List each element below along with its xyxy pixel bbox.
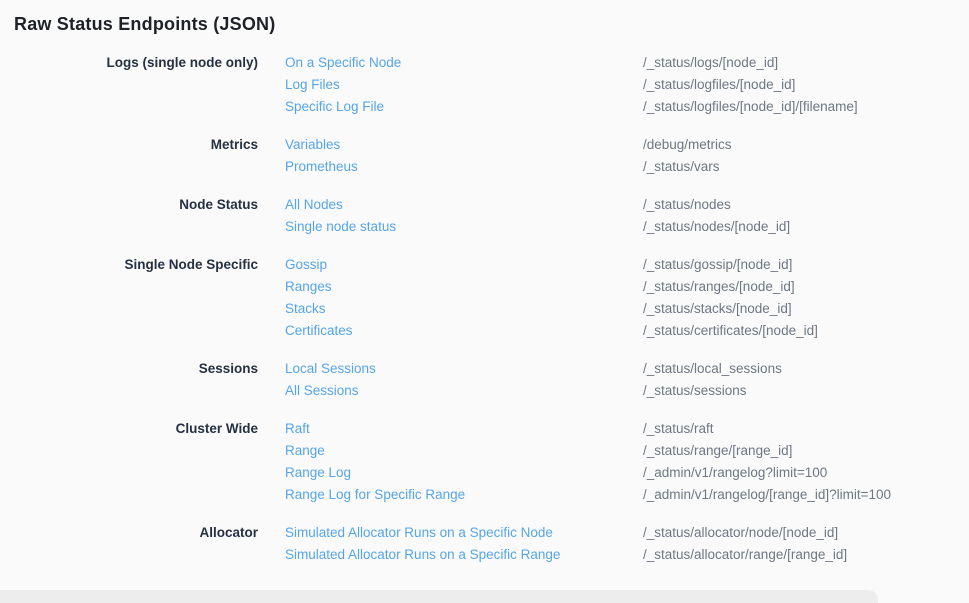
endpoint-link[interactable]: Range Log bbox=[285, 462, 643, 484]
group-rows: Variables /debug/metrics Prometheus /_st… bbox=[285, 134, 969, 178]
endpoint-path: /_status/logfiles/[node_id] bbox=[643, 74, 969, 96]
endpoint-row: Single node status /_status/nodes/[node_… bbox=[285, 216, 969, 238]
endpoint-row: Specific Log File /_status/logfiles/[nod… bbox=[285, 96, 969, 118]
endpoint-link[interactable]: Simulated Allocator Runs on a Specific N… bbox=[285, 522, 643, 544]
endpoint-row: All Nodes /_status/nodes bbox=[285, 194, 969, 216]
group-category: Metrics bbox=[0, 134, 258, 178]
endpoint-row: Range Log /_admin/v1/rangelog?limit=100 bbox=[285, 462, 969, 484]
endpoint-link[interactable]: Range Log for Specific Range bbox=[285, 484, 643, 506]
endpoint-path: /_status/logs/[node_id] bbox=[643, 52, 969, 74]
endpoint-path: /_status/certificates/[node_id] bbox=[643, 320, 969, 342]
endpoint-row: Simulated Allocator Runs on a Specific N… bbox=[285, 522, 969, 544]
endpoint-link[interactable]: Prometheus bbox=[285, 156, 643, 178]
endpoint-link[interactable]: Local Sessions bbox=[285, 358, 643, 380]
endpoint-row: Stacks /_status/stacks/[node_id] bbox=[285, 298, 969, 320]
group-category: Sessions bbox=[0, 358, 258, 402]
endpoint-group-sessions: Sessions Local Sessions /_status/local_s… bbox=[0, 358, 969, 402]
endpoint-link[interactable]: Ranges bbox=[285, 276, 643, 298]
group-category: Single Node Specific bbox=[0, 254, 258, 342]
debug-endpoints-page: Raw Status Endpoints (JSON) Logs (single… bbox=[0, 0, 969, 603]
endpoint-link[interactable]: Gossip bbox=[285, 254, 643, 276]
group-category: Allocator bbox=[0, 522, 258, 566]
endpoint-group-single-node-specific: Single Node Specific Gossip /_status/gos… bbox=[0, 254, 969, 342]
endpoint-link[interactable]: All Sessions bbox=[285, 380, 643, 402]
endpoint-path: /_status/range/[range_id] bbox=[643, 440, 969, 462]
endpoint-row: Local Sessions /_status/local_sessions bbox=[285, 358, 969, 380]
page-title: Raw Status Endpoints (JSON) bbox=[0, 0, 969, 35]
group-rows: Raft /_status/raft Range /_status/range/… bbox=[285, 418, 969, 506]
endpoint-row: Raft /_status/raft bbox=[285, 418, 969, 440]
group-category: Cluster Wide bbox=[0, 418, 258, 506]
endpoint-row: Prometheus /_status/vars bbox=[285, 156, 969, 178]
endpoint-link[interactable]: Specific Log File bbox=[285, 96, 643, 118]
endpoint-groups: Logs (single node only) On a Specific No… bbox=[0, 52, 969, 566]
endpoint-group-node-status: Node Status All Nodes /_status/nodes Sin… bbox=[0, 194, 969, 238]
endpoint-row: Simulated Allocator Runs on a Specific R… bbox=[285, 544, 969, 566]
endpoint-path: /_admin/v1/rangelog/[range_id]?limit=100 bbox=[643, 484, 969, 506]
endpoint-link[interactable]: Stacks bbox=[285, 298, 643, 320]
endpoint-link[interactable]: Log Files bbox=[285, 74, 643, 96]
endpoint-path: /_status/stacks/[node_id] bbox=[643, 298, 969, 320]
endpoint-group-allocator: Allocator Simulated Allocator Runs on a … bbox=[0, 522, 969, 566]
endpoint-row: Range Log for Specific Range /_admin/v1/… bbox=[285, 484, 969, 506]
endpoint-path: /_status/nodes/[node_id] bbox=[643, 216, 969, 238]
endpoint-path: /_status/vars bbox=[643, 156, 969, 178]
endpoint-link[interactable]: Certificates bbox=[285, 320, 643, 342]
endpoint-row: Gossip /_status/gossip/[node_id] bbox=[285, 254, 969, 276]
endpoint-path: /_status/allocator/range/[range_id] bbox=[643, 544, 969, 566]
endpoint-path: /_status/sessions bbox=[643, 380, 969, 402]
endpoint-group-metrics: Metrics Variables /debug/metrics Prometh… bbox=[0, 134, 969, 178]
endpoint-link[interactable]: Raft bbox=[285, 418, 643, 440]
endpoint-row: On a Specific Node /_status/logs/[node_i… bbox=[285, 52, 969, 74]
endpoint-path: /debug/metrics bbox=[643, 134, 969, 156]
endpoint-path: /_admin/v1/rangelog?limit=100 bbox=[643, 462, 969, 484]
group-rows: All Nodes /_status/nodes Single node sta… bbox=[285, 194, 969, 238]
endpoint-row: Certificates /_status/certificates/[node… bbox=[285, 320, 969, 342]
endpoint-path: /_status/gossip/[node_id] bbox=[643, 254, 969, 276]
endpoint-link[interactable]: Single node status bbox=[285, 216, 643, 238]
group-category: Logs (single node only) bbox=[0, 52, 258, 118]
endpoint-row: Range /_status/range/[range_id] bbox=[285, 440, 969, 462]
endpoint-link[interactable]: Simulated Allocator Runs on a Specific R… bbox=[285, 544, 643, 566]
group-rows: Gossip /_status/gossip/[node_id] Ranges … bbox=[285, 254, 969, 342]
endpoint-path: /_status/ranges/[node_id] bbox=[643, 276, 969, 298]
endpoint-row: Ranges /_status/ranges/[node_id] bbox=[285, 276, 969, 298]
endpoint-row: All Sessions /_status/sessions bbox=[285, 380, 969, 402]
endpoint-group-cluster-wide: Cluster Wide Raft /_status/raft Range /_… bbox=[0, 418, 969, 506]
endpoint-link[interactable]: Range bbox=[285, 440, 643, 462]
endpoint-path: /_status/raft bbox=[643, 418, 969, 440]
endpoint-path: /_status/local_sessions bbox=[643, 358, 969, 380]
group-category: Node Status bbox=[0, 194, 258, 238]
endpoint-row: Log Files /_status/logfiles/[node_id] bbox=[285, 74, 969, 96]
endpoint-row: Variables /debug/metrics bbox=[285, 134, 969, 156]
endpoint-group-logs: Logs (single node only) On a Specific No… bbox=[0, 52, 969, 118]
endpoint-path: /_status/logfiles/[node_id]/[filename] bbox=[643, 96, 969, 118]
endpoint-path: /_status/nodes bbox=[643, 194, 969, 216]
bottom-edge-strip bbox=[0, 590, 878, 603]
endpoint-path: /_status/allocator/node/[node_id] bbox=[643, 522, 969, 544]
endpoint-link[interactable]: Variables bbox=[285, 134, 643, 156]
endpoint-link[interactable]: On a Specific Node bbox=[285, 52, 643, 74]
group-rows: Local Sessions /_status/local_sessions A… bbox=[285, 358, 969, 402]
group-rows: On a Specific Node /_status/logs/[node_i… bbox=[285, 52, 969, 118]
group-rows: Simulated Allocator Runs on a Specific N… bbox=[285, 522, 969, 566]
endpoint-link[interactable]: All Nodes bbox=[285, 194, 643, 216]
